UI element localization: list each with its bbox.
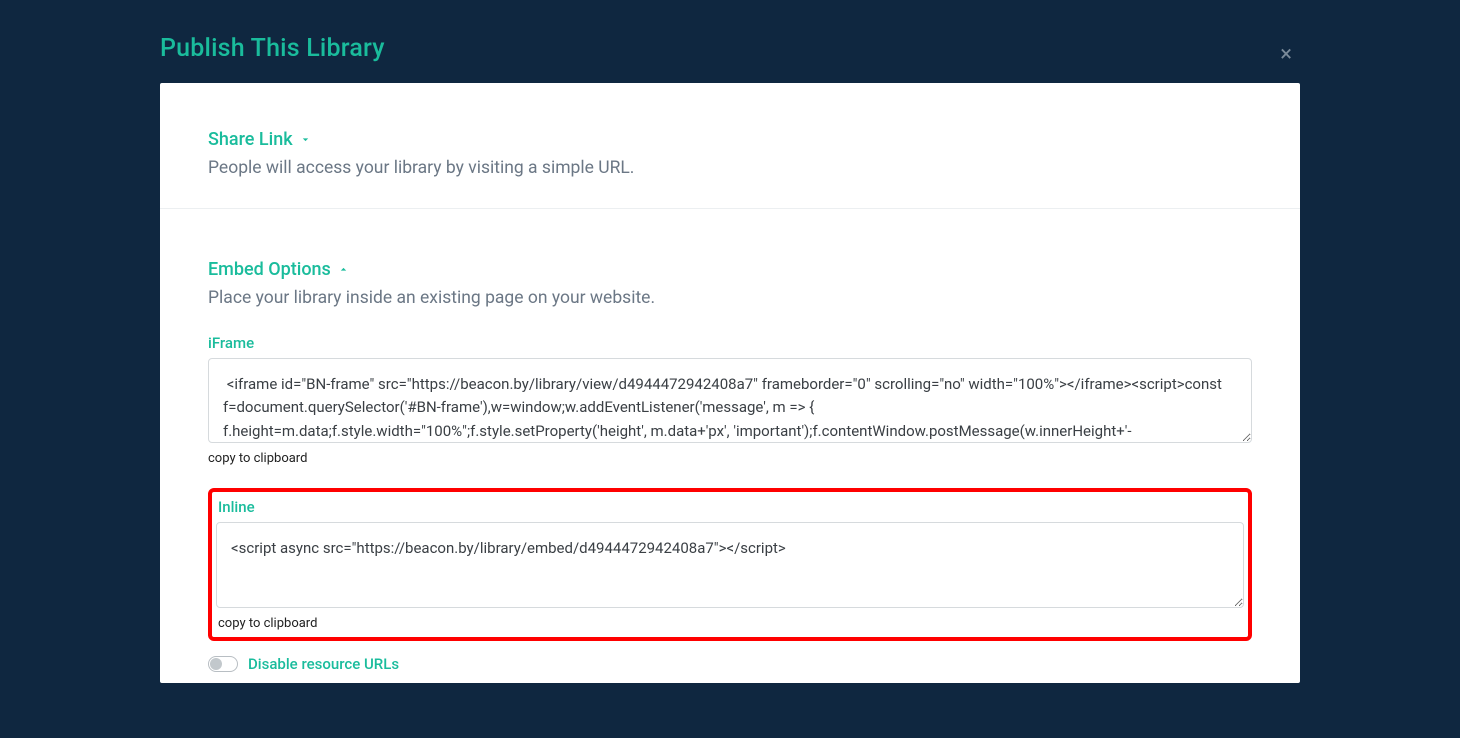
disable-urls-row: Disable resource URLs bbox=[208, 655, 1252, 673]
publish-modal: Publish This Library Share Link People w… bbox=[160, 0, 1300, 683]
chevron-down-icon bbox=[299, 133, 312, 146]
close-button[interactable]: × bbox=[1280, 44, 1292, 66]
share-link-description: People will access your library by visit… bbox=[208, 158, 1252, 178]
share-link-header[interactable]: Share Link bbox=[208, 129, 1252, 150]
embed-options-header[interactable]: Embed Options bbox=[208, 259, 1252, 280]
modal-body: Share Link People will access your libra… bbox=[160, 83, 1300, 683]
iframe-code-textarea[interactable] bbox=[208, 358, 1252, 443]
inline-label: Inline bbox=[216, 498, 1244, 516]
disable-urls-toggle[interactable] bbox=[208, 656, 238, 672]
share-link-title: Share Link bbox=[208, 129, 293, 150]
iframe-copy-button[interactable]: copy to clipboard bbox=[208, 451, 307, 466]
share-link-section: Share Link People will access your libra… bbox=[160, 83, 1300, 209]
chevron-up-icon bbox=[337, 263, 350, 276]
toggle-knob bbox=[210, 658, 222, 670]
embed-options-section: Embed Options Place your library inside … bbox=[160, 209, 1300, 683]
embed-options-title: Embed Options bbox=[208, 259, 331, 280]
embed-options-description: Place your library inside an existing pa… bbox=[208, 288, 1252, 308]
disable-urls-label: Disable resource URLs bbox=[248, 655, 399, 673]
inline-highlight-box: Inline copy to clipboard bbox=[208, 488, 1252, 641]
modal-title: Publish This Library bbox=[160, 0, 1300, 83]
inline-code-textarea[interactable] bbox=[216, 522, 1244, 608]
iframe-label: iFrame bbox=[208, 334, 1252, 352]
iframe-field-group: iFrame copy to clipboard bbox=[208, 334, 1252, 466]
inline-copy-button[interactable]: copy to clipboard bbox=[216, 616, 317, 631]
